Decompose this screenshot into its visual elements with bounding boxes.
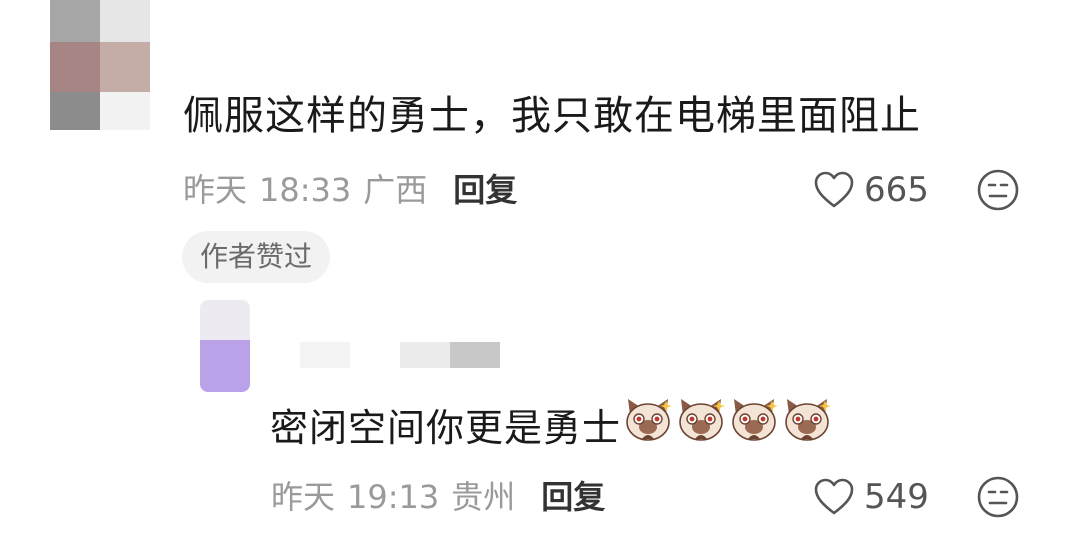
reply-location: 贵州: [451, 478, 516, 516]
reply-button[interactable]: 回复: [453, 170, 517, 210]
reply-username-blurred: [400, 342, 450, 368]
heart-outline-icon: [814, 478, 854, 515]
sticker-group: [621, 395, 833, 460]
reply-text-row: 密闭空间你更是勇士: [270, 395, 833, 460]
cat-sticker-icon: [675, 395, 727, 445]
cat-sticker-icon: [622, 395, 674, 445]
cat-sticker-icon: [728, 395, 780, 445]
reply-meta: 昨天 19:13 贵州 回复: [271, 477, 605, 517]
like-count: 665: [864, 170, 929, 210]
like-button[interactable]: 665: [812, 170, 929, 210]
emoji-reaction-button[interactable]: [976, 168, 1020, 212]
neutral-face-icon: [977, 169, 1019, 211]
emoji-reaction-button[interactable]: [976, 475, 1020, 519]
reply-button[interactable]: 回复: [541, 477, 605, 517]
reply-avatar[interactable]: [200, 300, 250, 392]
cat-sticker-icon: [781, 395, 833, 445]
reply-text: 密闭空间你更是勇士: [270, 405, 622, 450]
heart-outline-icon: [814, 171, 854, 208]
reply-like-button[interactable]: 549: [812, 477, 929, 517]
avatar[interactable]: [50, 0, 150, 130]
like-count: 549: [864, 477, 929, 517]
comment-text: 佩服这样的勇士，我只敢在电梯里面阻止: [183, 93, 921, 139]
comment-location: 广西: [363, 171, 428, 209]
comment-meta: 昨天 18:33 广西 回复: [183, 170, 517, 210]
neutral-face-icon: [977, 476, 1019, 518]
reply-time: 19:13: [347, 478, 440, 516]
author-liked-tag: 作者赞过: [182, 231, 331, 283]
reply-username-blurred: [300, 342, 350, 368]
comment-date: 昨天: [183, 171, 248, 209]
comment-thread: 佩服这样的勇士，我只敢在电梯里面阻止 昨天 18:33 广西 回复 665 作者…: [0, 0, 1080, 542]
reply-username-blurred: [450, 342, 500, 368]
comment-time: 18:33: [259, 171, 352, 209]
reply-date: 昨天: [271, 478, 336, 516]
